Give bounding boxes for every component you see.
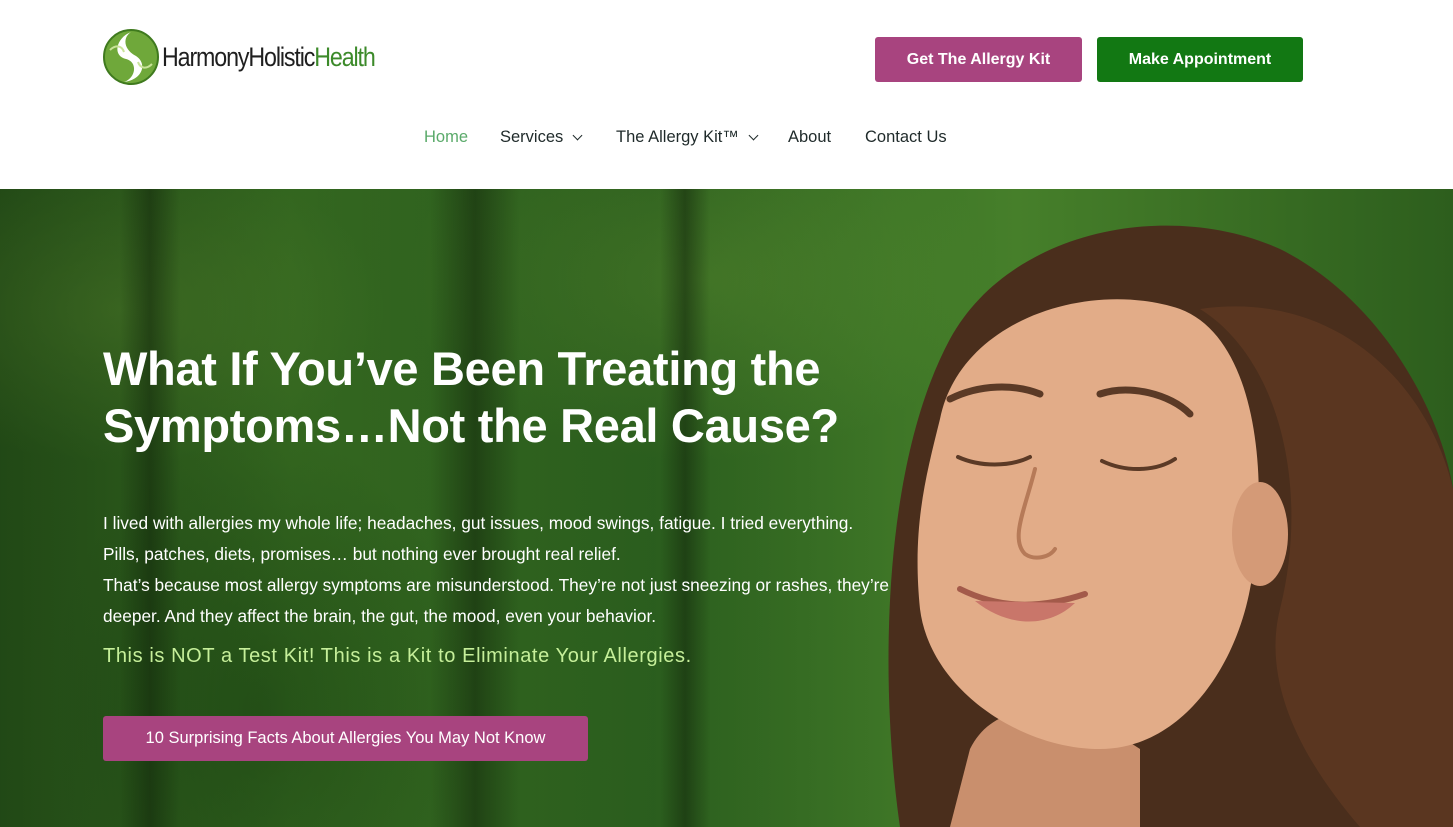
get-allergy-kit-button[interactable]: Get The Allergy Kit (875, 37, 1082, 82)
hero-section: What If You’ve Been Treating the Symptom… (0, 189, 1453, 827)
nav-item-label: About (788, 127, 832, 146)
hero-body: I lived with allergies my whole life; he… (103, 508, 893, 632)
hero-title-line: What If You’ve Been Treating the (103, 342, 821, 395)
hero-title-line: Symptoms…Not the Real Cause? (103, 399, 839, 452)
nav-item-services[interactable]: Services (500, 122, 583, 152)
site-header: HarmonyHolisticHealth Get The Allergy Ki… (0, 0, 1453, 189)
nav-item-label: Contact Us (865, 127, 947, 146)
woman-portrait-image (888, 225, 1453, 827)
leaf-s-logo-icon (103, 29, 159, 85)
main-nav: Home Services The Allergy Kit™ About Con… (0, 122, 1453, 152)
nav-item-home[interactable]: Home (424, 122, 468, 152)
chevron-down-icon (572, 130, 583, 140)
nav-item-contact-us[interactable]: Contact Us (865, 122, 947, 152)
nav-item-allergy-kit[interactable]: The Allergy Kit™ (616, 122, 759, 152)
nav-item-label: Services (500, 127, 564, 146)
nav-item-about[interactable]: About (788, 122, 831, 152)
hero-paragraph: That’s because most allergy symptoms are… (103, 575, 890, 626)
allergy-facts-button[interactable]: 10 Surprising Facts About Allergies You … (103, 716, 588, 761)
hero-tagline: This is NOT a Test Kit! This is a Kit to… (103, 645, 692, 667)
make-appointment-button[interactable]: Make Appointment (1097, 37, 1303, 82)
hero-title: What If You’ve Been Treating the Symptom… (103, 340, 863, 454)
logo-wordmark: HarmonyHolisticHealth (162, 41, 376, 72)
hero-paragraph: I lived with allergies my whole life; he… (103, 513, 854, 564)
nav-item-label: The Allergy Kit™ (616, 127, 739, 146)
nav-item-label: Home (424, 127, 469, 146)
site-logo[interactable]: HarmonyHolisticHealth (102, 28, 409, 86)
chevron-down-icon (748, 130, 759, 140)
